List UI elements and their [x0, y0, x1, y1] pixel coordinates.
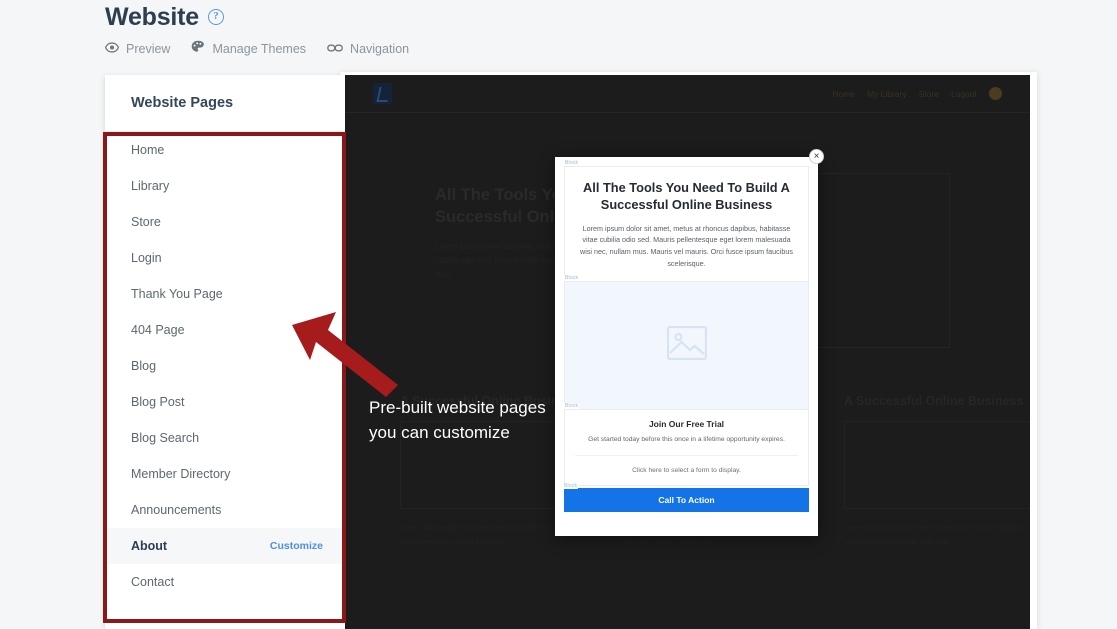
preview-site-nav: Home My Library Store Logout	[832, 87, 1002, 100]
header-action-label: Manage Themes	[212, 42, 307, 56]
link-icon	[327, 40, 343, 58]
sidebar-item-login[interactable]: Login	[105, 240, 345, 276]
modal-form-block[interactable]: Block Join Our Free Trial Get started to…	[564, 403, 809, 487]
modal-cta-block[interactable]: Block Call To Action	[563, 483, 809, 513]
sidebar-item-label: Blog	[131, 359, 157, 373]
modal-form-subtext: Get started today before this once in a …	[588, 436, 785, 444]
call-to-action-button[interactable]: Call To Action	[564, 488, 809, 513]
sidebar-item-label: Home	[131, 143, 165, 157]
header-action-preview[interactable]: Preview	[104, 40, 171, 58]
customize-link[interactable]: Customize	[270, 540, 323, 552]
sidebar-item-label: About	[131, 539, 168, 553]
sidebar-item-label: Member Directory	[131, 467, 231, 481]
palette-icon	[191, 40, 205, 58]
sidebar-item-label: Announcements	[131, 503, 222, 517]
block-tag-label: Block	[563, 483, 579, 490]
header-action-navigation[interactable]: Navigation	[327, 40, 409, 58]
modal-form-heading: Join Our Free Trial	[648, 419, 725, 430]
sidebar-item-announcements[interactable]: Announcements	[105, 492, 345, 528]
help-icon[interactable]: ?	[208, 9, 224, 25]
page-header: Website ? Preview Manage Themes Navigati…	[104, 0, 409, 58]
preview-nav-item[interactable]: My Library	[867, 89, 907, 99]
eye-icon	[104, 40, 120, 58]
sidebar-page-list: Home Library Store Login Thank You Page …	[105, 132, 345, 600]
sidebar-item-label: Thank You Page	[131, 287, 223, 301]
sidebar-item-label: Blog Search	[131, 431, 200, 445]
preview-card-image-placeholder	[844, 421, 1030, 510]
sidebar-item-label: 404 Page	[131, 323, 185, 337]
modal-body-text: Lorem ipsum dolor sit amet, metus at rho…	[580, 223, 793, 268]
header-actions: Preview Manage Themes Navigation	[104, 40, 409, 58]
image-placeholder-icon	[666, 326, 707, 365]
avatar[interactable]	[989, 87, 1002, 100]
sidebar-item-contact[interactable]: Contact	[105, 564, 345, 600]
preview-nav-item[interactable]: Home	[832, 89, 855, 99]
sidebar-item-thank-you-page[interactable]: Thank You Page	[105, 276, 345, 312]
header-action-label: Navigation	[350, 42, 410, 56]
block-tag-label: Block	[564, 275, 580, 282]
preview-card-body: Lorem ipsum dolor sit amet, metus at rho…	[844, 523, 1027, 547]
sidebar-item-blog-search[interactable]: Blog Search	[105, 420, 345, 456]
header-action-label: Preview	[126, 42, 171, 56]
preview-site-topbar: Home My Library Store Logout	[345, 75, 1030, 113]
modal-text-block[interactable]: Block All The Tools You Need To Build A …	[564, 160, 809, 283]
annotation-callout-text: Pre-built website pages you can customiz…	[369, 398, 546, 442]
header-action-manage-themes[interactable]: Manage Themes	[191, 40, 306, 58]
sidebar-item-label: Contact	[131, 575, 175, 589]
modal-form-picker-hint[interactable]: Click here to select a form to display.	[575, 455, 798, 474]
website-pages-sidebar: Website Pages Home Library Store Login T…	[105, 75, 345, 629]
modal-image-block[interactable]: Block	[564, 275, 809, 411]
sidebar-item-label: Blog Post	[131, 395, 185, 409]
preview-card: A Successful Online Business Lorem ipsum…	[844, 393, 1030, 549]
title-row: Website ?	[105, 0, 409, 34]
sidebar-item-home[interactable]: Home	[105, 132, 345, 168]
sidebar-item-library[interactable]: Library	[105, 168, 345, 204]
sidebar-item-member-directory[interactable]: Member Directory	[105, 456, 345, 492]
preview-nav-item[interactable]: Store	[919, 89, 939, 99]
sidebar-title: Website Pages	[105, 75, 345, 132]
sidebar-item-label: Store	[131, 215, 161, 229]
page-title: Website	[105, 2, 199, 31]
sidebar-item-store[interactable]: Store	[105, 204, 345, 240]
close-icon[interactable]: ×	[809, 149, 824, 164]
sidebar-item-label: Login	[131, 251, 162, 265]
sidebar-item-blog-post[interactable]: Blog Post	[105, 384, 345, 420]
block-tag-label: Block	[564, 403, 580, 410]
sidebar-item-about[interactable]: About Customize	[105, 528, 345, 564]
popup-editor-modal[interactable]: × Block All The Tools You Need To Build …	[555, 149, 824, 536]
sidebar-item-label: Library	[131, 179, 170, 193]
sidebar-item-404-page[interactable]: 404 Page	[105, 312, 345, 348]
preview-card-heading: A Successful Online Business	[844, 394, 1024, 408]
block-tag-label: Block	[564, 160, 580, 166]
sidebar-item-blog[interactable]: Blog	[105, 348, 345, 384]
modal-heading: All The Tools You Need To Build A Succes…	[583, 180, 790, 212]
preview-nav-item[interactable]: Logout	[951, 89, 977, 99]
site-logo-icon	[373, 83, 392, 104]
